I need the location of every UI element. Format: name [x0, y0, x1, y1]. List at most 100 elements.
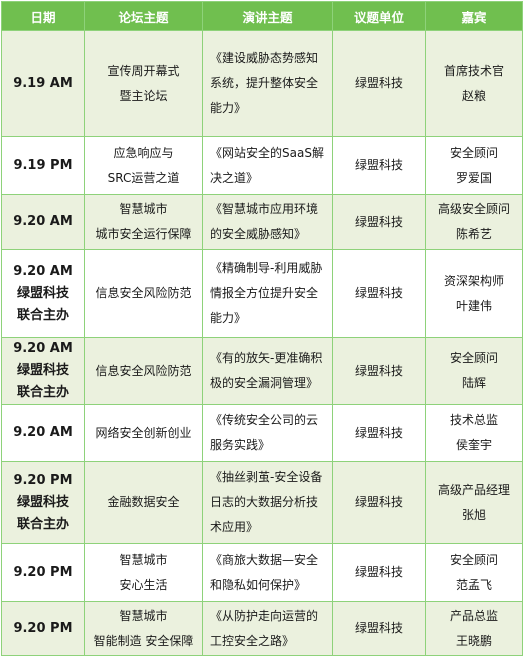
table-row: 9.20 AM 网络安全创新创业 《传统安全公司的云 服务实践》 绿盟科技 技术总监 侯奎宇 — [1, 404, 523, 462]
forum-cell: 金融数据安全 — [84, 461, 203, 544]
guest-cell-line: 王晓鹏 — [455, 633, 492, 648]
guest-cell: 安全顾问 陆辉 — [425, 337, 523, 405]
date-cell: 9.20 PM 绿盟科技 联合主办 — [1, 461, 85, 544]
unit-cell: 绿盟科技 — [332, 543, 426, 602]
date-cell: 9.19 PM — [1, 136, 85, 195]
unit-cell: 绿盟科技 — [332, 249, 426, 338]
date-cell-line: 9.20 PM — [13, 472, 73, 488]
guest-cell-line: 安全顾问 — [449, 552, 498, 567]
talk-cell: 《建设威胁态势感知 系统，提升整体安全 能力》 — [202, 30, 333, 137]
forum-cell: 信息安全风险防范 — [84, 337, 203, 405]
forum-cell-line: 智慧城市 — [119, 552, 168, 567]
talk-cell-line: 《传统安全公司的云 — [210, 413, 319, 427]
forum-cell: 网络安全创新创业 — [84, 404, 203, 462]
agenda-table: 日期 论坛主题 演讲主题 议题单位 嘉宾 9.19 AM 宣传周开幕式 暨主论坛 《建… — [1, 1, 523, 656]
talk-cell-line: 《从防护走向运营的 — [210, 608, 319, 623]
date-cell-line: 9.20 AM — [13, 425, 73, 440]
forum-cell: 信息安全风险防范 — [84, 249, 203, 338]
table-row: 9.19 PM 应急响应与 SRC运营之道 《网站安全的SaaS解 决之道》 绿盟科技 安全… — [1, 136, 523, 195]
talk-cell-line: 能力》 — [210, 311, 247, 325]
guest-cell: 技术总监 侯奎宇 — [425, 404, 523, 462]
forum-cell-line: 暨主论坛 — [119, 88, 168, 103]
forum-cell-line: 智能制造 安全保障 — [93, 633, 194, 648]
header-date: 日期 — [1, 1, 85, 31]
date-cell: 9.20 AM — [1, 404, 85, 462]
table-row: 9.20 AM 绿盟科技 联合主办 信息安全风险防范 《精确制导-利用威胁 情报全方位提升… — [1, 249, 523, 338]
talk-cell-line: 服务实践》 — [210, 438, 271, 452]
talk-cell-line: 情报全方位提升安全 — [210, 286, 319, 300]
table-row: 9.20 PM 绿盟科技 联合主办 金融数据安全 《抽丝剥茧-安全设备 日志的大数据分析技… — [1, 461, 523, 544]
table-row: 9.20 AM 绿盟科技联合主办 信息安全风险防范 《有的放矢-更准确积 极的安全漏洞管… — [1, 337, 523, 405]
date-cell-line: 9.19 AM — [13, 75, 73, 91]
forum-cell-line: 智慧城市 — [119, 202, 168, 216]
forum-cell-line: 信息安全风险防范 — [95, 363, 192, 378]
unit-cell: 绿盟科技 — [332, 461, 426, 544]
talk-cell-line: 《智慧城市应用环境 — [210, 202, 319, 216]
talk-cell: 《传统安全公司的云 服务实践》 — [202, 404, 333, 462]
date-cell-line: 9.20 AM — [13, 341, 73, 356]
guest-cell-line: 张旭 — [461, 507, 486, 522]
talk-cell-line: 《抽丝剥茧-安全设备 — [210, 470, 323, 484]
talk-cell-line: 系统，提升整体安全 — [210, 76, 319, 90]
guest-cell-line: 高级产品经理 — [437, 482, 510, 497]
table-row: 9.20 PM 智慧城市 智能制造 安全保障 《从防护走向运营的 工控安全之路》 绿盟科技… — [1, 601, 523, 656]
table-row: 9.20 PM 智慧城市 安心生活 《商旅大数据—安全 和隐私如何保护》 绿盟科技 安全顾问… — [1, 543, 523, 602]
talk-cell-line: 和隐私如何保护》 — [210, 577, 307, 592]
date-cell: 9.20 AM 绿盟科技 联合主办 — [1, 249, 85, 338]
guest-cell-line: 陆辉 — [461, 376, 486, 390]
date-cell-line: 绿盟科技 — [16, 363, 69, 378]
guest-cell-line: 安全顾问 — [449, 145, 498, 160]
talk-cell-line: 《精确制导-利用威胁 — [210, 261, 323, 275]
talk-cell-line: 《有的放矢-更准确积 — [210, 351, 323, 365]
talk-cell: 《智慧城市应用环境 的安全威胁感知》 — [202, 194, 333, 250]
forum-cell-line: 金融数据安全 — [107, 495, 180, 509]
forum-cell-line: 安心生活 — [119, 577, 168, 592]
forum-cell-line: 宣传周开幕式 — [107, 63, 180, 78]
talk-cell: 《商旅大数据—安全 和隐私如何保护》 — [202, 543, 333, 602]
guest-cell: 高级产品经理 张旭 — [425, 461, 523, 544]
unit-cell: 绿盟科技 — [332, 404, 426, 462]
talk-cell: 《抽丝剥茧-安全设备 日志的大数据分析技 术应用》 — [202, 461, 333, 544]
date-cell-line: 联合主办 — [16, 385, 69, 400]
guest-cell-line: 赵粮 — [461, 88, 486, 103]
forum-cell-line: 智慧城市 — [119, 608, 168, 623]
talk-cell: 《从防护走向运营的 工控安全之路》 — [202, 601, 333, 656]
date-cell: 9.20 AM 绿盟科技联合主办 — [1, 337, 85, 405]
talk-cell: 《网站安全的SaaS解 决之道》 — [202, 136, 333, 195]
forum-cell: 宣传周开幕式 暨主论坛 — [84, 30, 203, 137]
guest-cell: 安全顾问 罗爱国 — [425, 136, 523, 195]
guest-cell: 高级安全顾问 陈希艺 — [425, 194, 523, 250]
guest-cell-line: 高级安全顾问 — [437, 202, 510, 216]
talk-cell-line: 的安全威胁感知》 — [210, 227, 307, 241]
guest-cell-line: 资深架构师 — [443, 273, 504, 288]
talk-cell: 《有的放矢-更准确积 极的安全漏洞管理》 — [202, 337, 333, 405]
forum-cell-line: SRC运营之道 — [107, 170, 180, 185]
date-cell: 9.20 PM — [1, 543, 85, 602]
guest-cell-line: 陈希艺 — [455, 227, 492, 241]
guest-cell-line: 产品总监 — [449, 608, 498, 623]
table-row: 9.20 AM 智慧城市 城市安全运行保障 《智慧城市应用环境 的安全威胁感知》 绿盟科技… — [1, 194, 523, 250]
forum-cell-line: 网络安全创新创业 — [95, 425, 192, 440]
forum-cell: 智慧城市 安心生活 — [84, 543, 203, 602]
header-unit: 议题单位 — [332, 1, 426, 31]
forum-cell-line: 信息安全风险防范 — [95, 286, 192, 300]
talk-cell-line: 工控安全之路》 — [210, 633, 295, 648]
talk-cell: 《精确制导-利用威胁 情报全方位提升安全 能力》 — [202, 249, 333, 338]
header-row: 日期 论坛主题 演讲主题 议题单位 嘉宾 — [1, 1, 523, 31]
guest-cell-line: 首席技术官 — [443, 63, 504, 78]
guest-cell: 安全顾问 范孟飞 — [425, 543, 523, 602]
talk-cell-line: 决之道》 — [210, 170, 259, 185]
header-talk: 演讲主题 — [202, 1, 333, 31]
guest-cell-line: 侯奎宇 — [455, 438, 492, 452]
guest-cell-line: 叶建伟 — [455, 298, 492, 313]
date-cell-line: 9.20 AM — [13, 263, 73, 279]
date-cell: 9.20 PM — [1, 601, 85, 656]
unit-cell: 绿盟科技 — [332, 194, 426, 250]
forum-cell-line: 城市安全运行保障 — [95, 227, 192, 241]
date-cell-line: 9.20 AM — [13, 214, 73, 229]
guest-cell-line: 罗爱国 — [455, 170, 492, 185]
talk-cell-line: 《建设威胁态势感知 — [210, 51, 319, 65]
unit-cell: 绿盟科技 — [332, 601, 426, 656]
talk-cell-line: 日志的大数据分析技 — [210, 495, 319, 509]
date-cell-line: 9.20 PM — [13, 620, 73, 636]
